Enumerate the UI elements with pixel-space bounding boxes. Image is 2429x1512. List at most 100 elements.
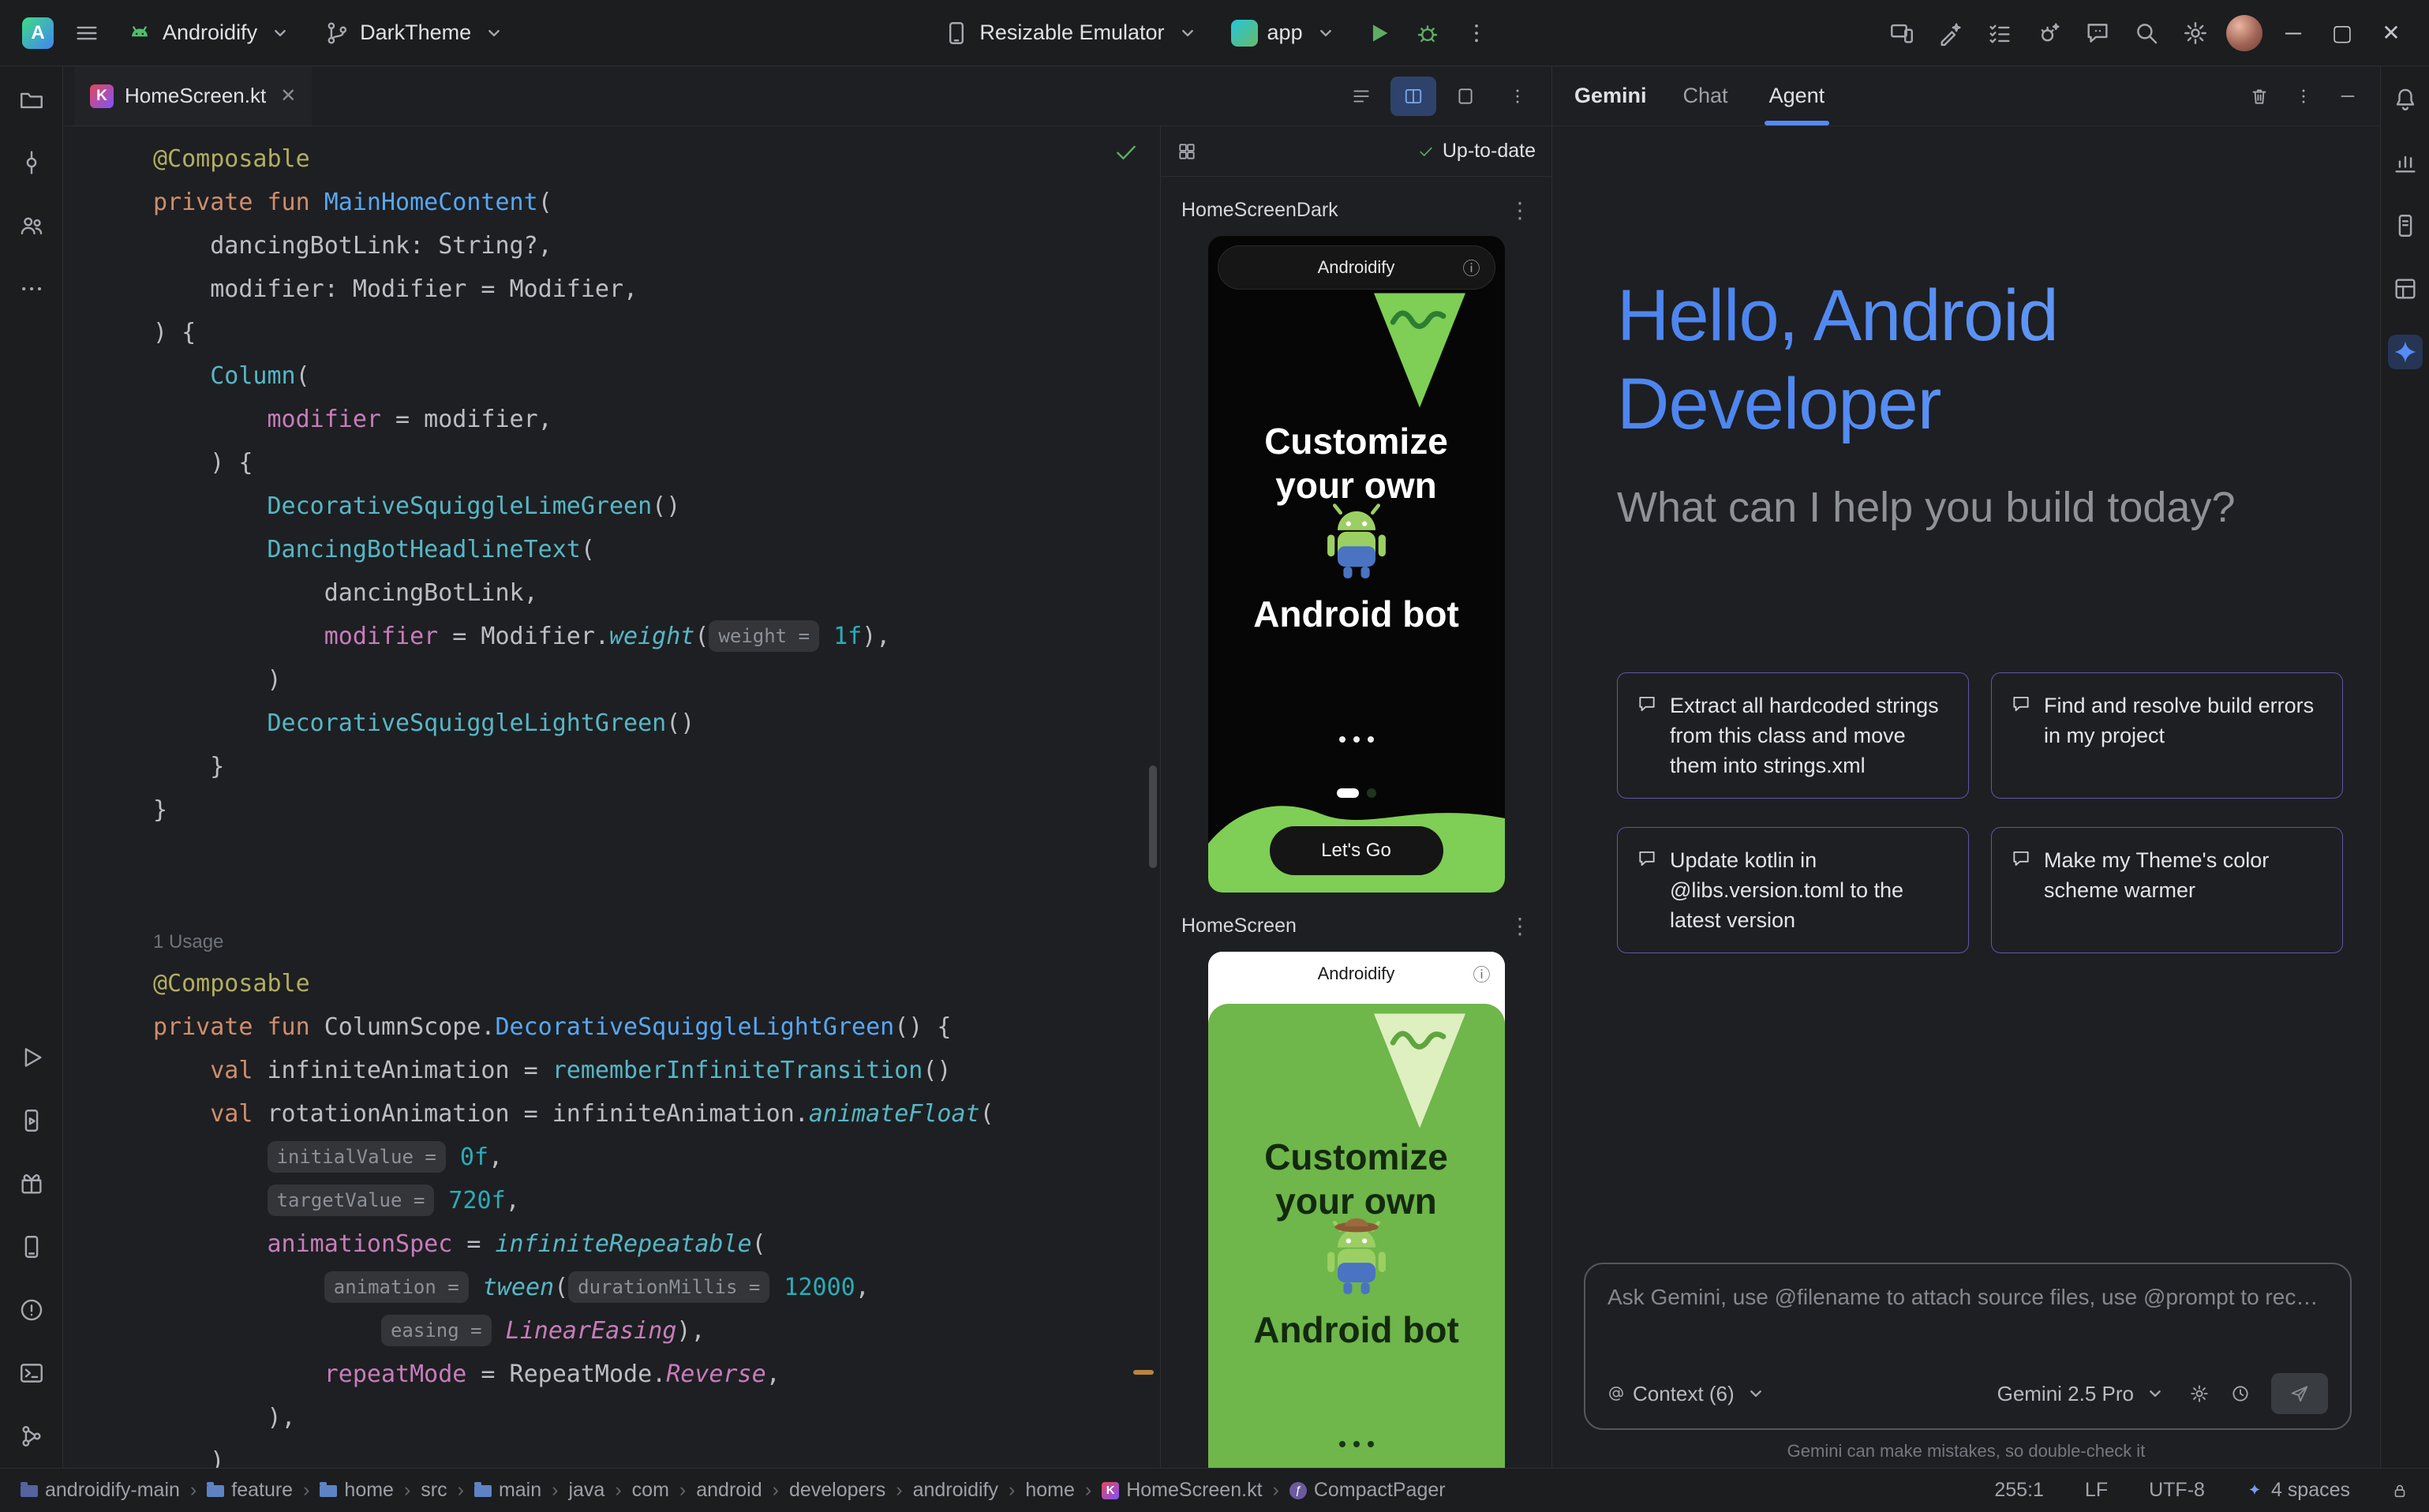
code-line[interactable]: private fun ColumnScope.DecorativeSquigg… (153, 1005, 1160, 1049)
search-icon[interactable] (2126, 13, 2167, 54)
editor-scrollbar[interactable] (1149, 765, 1157, 868)
breadcrumb-item[interactable]: feature (207, 1479, 293, 1502)
line-separator[interactable]: LF (2085, 1479, 2108, 1502)
gemini-prompt-input[interactable] (1607, 1285, 2328, 1310)
suggestion-card[interactable]: Make my Theme's color scheme warmer (1991, 827, 2343, 953)
commit-icon[interactable] (14, 145, 49, 180)
device-manager-icon[interactable] (14, 1229, 49, 1264)
running-devices-icon[interactable] (14, 1103, 49, 1138)
code-line[interactable]: animation = tween(durationMillis = 12000… (153, 1266, 1160, 1309)
maximize-window-icon[interactable]: ▢ (2322, 20, 2363, 46)
main-menu-icon[interactable] (66, 13, 107, 54)
code-line[interactable]: } (153, 788, 1160, 832)
mirror-device-icon[interactable] (1881, 13, 1922, 54)
code-line[interactable]: DecorativeSquiggleLimeGreen() (153, 485, 1160, 528)
preview-name-dark[interactable]: HomeScreenDark (1181, 199, 1338, 222)
ai-bug-icon[interactable] (2028, 13, 2069, 54)
code-line[interactable]: ) (153, 1439, 1160, 1468)
preview-homescreendark[interactable]: Androidify ⓘ Customize your own (1208, 236, 1505, 893)
code-line[interactable]: animationSpec = infiniteRepeatable( (153, 1222, 1160, 1266)
code-view-icon[interactable] (1338, 77, 1384, 116)
breadcrumb-item[interactable]: KHomeScreen.kt (1102, 1479, 1262, 1502)
code-line[interactable]: ) { (153, 311, 1160, 354)
breadcrumb-item[interactable]: android (696, 1479, 762, 1502)
user-avatar[interactable] (2224, 13, 2265, 54)
indent-setting[interactable]: 4 spaces (2246, 1479, 2350, 1502)
code-line[interactable]: modifier: Modifier = Modifier, (153, 268, 1160, 311)
design-view-icon[interactable] (1443, 77, 1488, 116)
code-line[interactable]: ) { (153, 441, 1160, 485)
prompt-settings-gear-icon[interactable] (2189, 1383, 2210, 1404)
breadcrumb-item[interactable]: androidify (913, 1479, 998, 1502)
settings-gear-icon[interactable] (2175, 13, 2216, 54)
branch-selector[interactable]: DarkTheme (313, 12, 518, 54)
tab-chat[interactable]: Chat (1679, 66, 1733, 125)
code-editor[interactable]: @Composableprivate fun MainHomeContent( … (63, 126, 1160, 1468)
code-line[interactable]: easing = LinearEasing), (153, 1309, 1160, 1353)
layout-inspector-icon[interactable] (2388, 271, 2423, 306)
code-line[interactable]: @Composable (153, 137, 1160, 181)
breadcrumb-item[interactable]: src (421, 1479, 447, 1502)
breadcrumb-item[interactable]: androidify-main (21, 1479, 180, 1502)
lock-icon[interactable] (2391, 1482, 2408, 1499)
code-line[interactable]: private fun MainHomeContent( (153, 181, 1160, 224)
suggestion-card[interactable]: Find and resolve build errors in my proj… (1991, 672, 2343, 799)
gift-icon[interactable] (14, 1166, 49, 1201)
terminal-icon[interactable] (14, 1356, 49, 1390)
send-button[interactable] (2271, 1373, 2328, 1414)
code-line[interactable]: @Composable (153, 962, 1160, 1005)
gemini-spark-icon[interactable] (2388, 335, 2423, 369)
history-clock-icon[interactable] (2230, 1383, 2251, 1404)
device-selector[interactable]: Resizable Emulator (932, 12, 1211, 54)
problems-icon[interactable] (14, 1293, 49, 1327)
code-line[interactable]: ), (153, 1396, 1160, 1439)
code-line[interactable]: modifier = Modifier.weight(weight = 1f), (153, 615, 1160, 658)
preview-gallery-icon[interactable] (1177, 141, 1197, 162)
editor-tab-homescreen[interactable]: K HomeScreen.kt ✕ (74, 66, 312, 125)
version-control-graph-icon[interactable] (14, 1419, 49, 1454)
model-selector[interactable]: Gemini 2.5 Pro (1997, 1380, 2169, 1407)
code-line[interactable]: initialValue = 0f, (153, 1136, 1160, 1179)
breadcrumb-item[interactable]: java (568, 1479, 604, 1502)
code-content[interactable]: @Composableprivate fun MainHomeContent( … (63, 126, 1160, 1468)
suggestion-card[interactable]: Extract all hardcoded strings from this … (1617, 672, 1969, 799)
file-encoding[interactable]: UTF-8 (2149, 1479, 2205, 1502)
code-line[interactable]: Column( (153, 354, 1160, 398)
suggestion-card[interactable]: Update kotlin in @libs.version.toml to t… (1617, 827, 1969, 953)
code-line[interactable]: } (153, 745, 1160, 788)
hide-panel-icon[interactable] (2337, 86, 2358, 107)
gemini-options-kebab-icon[interactable] (2293, 86, 2314, 107)
code-line[interactable]: val infiniteAnimation = rememberInfinite… (153, 1049, 1160, 1092)
context-selector[interactable]: Context (6) (1607, 1380, 1769, 1407)
trash-icon[interactable] (2249, 86, 2270, 107)
ai-chat-icon[interactable] (2077, 13, 2118, 54)
notifications-bell-icon[interactable] (2388, 82, 2423, 117)
code-line[interactable]: modifier = modifier, (153, 398, 1160, 441)
code-line[interactable]: dancingBotLink, (153, 571, 1160, 615)
code-line[interactable]: DecorativeSquiggleLightGreen() (153, 702, 1160, 745)
breadcrumb-item[interactable]: ƒCompactPager (1289, 1479, 1446, 1502)
cursor-position[interactable]: 255:1 (1994, 1479, 2044, 1502)
run-button[interactable] (1358, 13, 1399, 54)
more-run-actions-icon[interactable] (1456, 13, 1497, 54)
preview-menu-kebab-icon[interactable]: ⋮ (1509, 203, 1531, 219)
profiler-icon[interactable] (2388, 145, 2423, 180)
breadcrumb-item[interactable]: developers (789, 1479, 885, 1502)
preview-homescreen[interactable]: Androidify ⓘ Customize your own (1208, 952, 1505, 1468)
code-line[interactable]: val rotationAnimation = infiniteAnimatio… (153, 1092, 1160, 1136)
breadcrumb-item[interactable]: com (632, 1479, 669, 1502)
code-line[interactable]: 1 Usage (153, 919, 1160, 962)
breadcrumb-item[interactable]: home (320, 1479, 394, 1502)
device-explorer-icon[interactable] (2388, 208, 2423, 243)
breadcrumb-item[interactable]: main (474, 1479, 541, 1502)
code-line[interactable] (153, 875, 1160, 919)
code-line[interactable]: ) (153, 658, 1160, 702)
editor-options-kebab-icon[interactable] (1495, 77, 1540, 116)
project-selector[interactable]: Androidify (115, 12, 305, 54)
ai-pen-icon[interactable] (1930, 13, 1971, 54)
code-line[interactable]: dancingBotLink: String?, (153, 224, 1160, 268)
run-configuration-selector[interactable]: app (1220, 12, 1350, 54)
code-line[interactable]: targetValue = 720f, (153, 1179, 1160, 1222)
run-icon[interactable] (14, 1040, 49, 1075)
code-line[interactable] (153, 832, 1160, 875)
